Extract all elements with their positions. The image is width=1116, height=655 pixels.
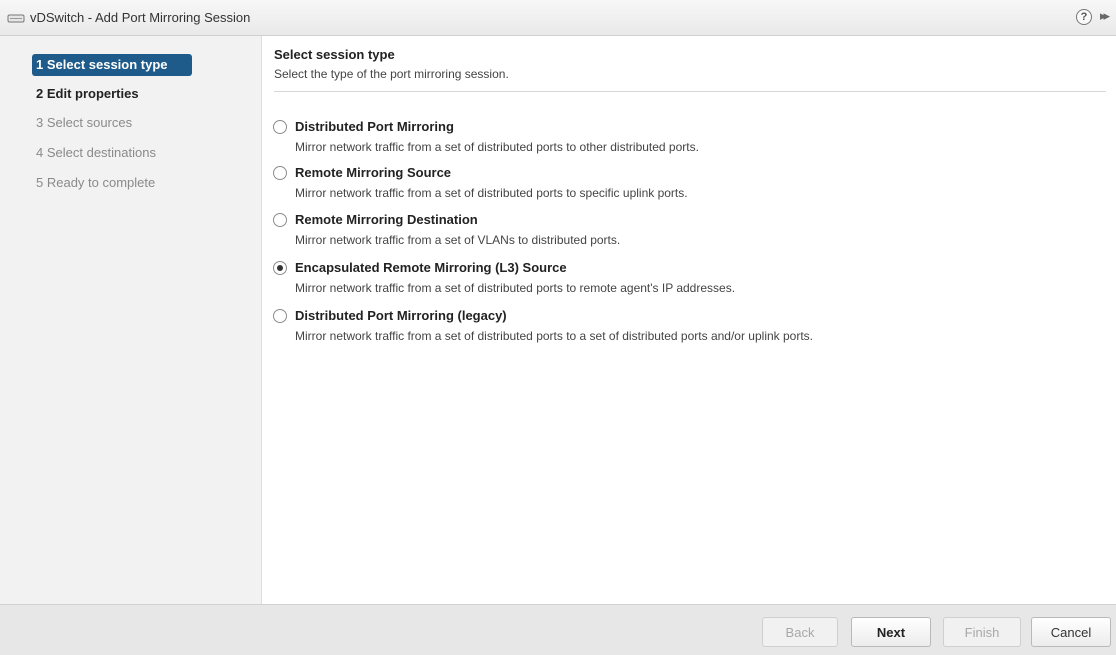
- option-description: Mirror network traffic from a set of dis…: [295, 140, 699, 154]
- option-description: Mirror network traffic from a set of VLA…: [295, 233, 621, 247]
- radio-button[interactable]: [273, 166, 287, 180]
- option-label[interactable]: Remote Mirroring Source: [295, 165, 451, 180]
- radio-button[interactable]: [273, 213, 287, 227]
- page-subtitle: Select the type of the port mirroring se…: [274, 67, 509, 81]
- finish-button[interactable]: Finish: [943, 617, 1021, 647]
- step-select-sources: 3 Select sources: [36, 115, 133, 130]
- step-select-destinations: 4 Select destinations: [36, 145, 156, 160]
- expand-icon[interactable]: ▸▸: [1100, 8, 1110, 24]
- vdswitch-icon: [7, 14, 25, 23]
- option-label[interactable]: Distributed Port Mirroring: [295, 119, 454, 134]
- dialog-titlebar: vDSwitch - Add Port Mirroring Session ? …: [0, 0, 1116, 36]
- option-label[interactable]: Encapsulated Remote Mirroring (L3) Sourc…: [295, 260, 567, 275]
- divider: [274, 91, 1106, 92]
- page-title: Select session type: [274, 47, 395, 62]
- radio-button[interactable]: [273, 120, 287, 134]
- step-edit-properties[interactable]: 2 Edit properties: [32, 83, 192, 105]
- wizard-steps-sidebar: 1 Select session type 2 Edit properties …: [0, 36, 262, 604]
- help-icon[interactable]: ?: [1076, 9, 1092, 25]
- dialog-title: vDSwitch - Add Port Mirroring Session: [30, 10, 251, 25]
- step-ready-to-complete: 5 Ready to complete: [36, 175, 156, 190]
- wizard-content: Select session type Select the type of t…: [263, 36, 1116, 604]
- radio-button-selected[interactable]: [273, 261, 287, 275]
- option-label[interactable]: Distributed Port Mirroring (legacy): [295, 308, 507, 323]
- next-button[interactable]: Next: [851, 617, 931, 647]
- wizard-footer: Back Next Finish Cancel: [0, 604, 1116, 655]
- cancel-button[interactable]: Cancel: [1031, 617, 1111, 647]
- step-select-session-type[interactable]: 1 Select session type: [32, 54, 192, 76]
- option-description: Mirror network traffic from a set of dis…: [295, 281, 736, 295]
- option-label[interactable]: Remote Mirroring Destination: [295, 212, 478, 227]
- option-description: Mirror network traffic from a set of dis…: [295, 186, 688, 200]
- back-button[interactable]: Back: [762, 617, 838, 647]
- radio-button[interactable]: [273, 309, 287, 323]
- option-description: Mirror network traffic from a set of dis…: [295, 329, 814, 343]
